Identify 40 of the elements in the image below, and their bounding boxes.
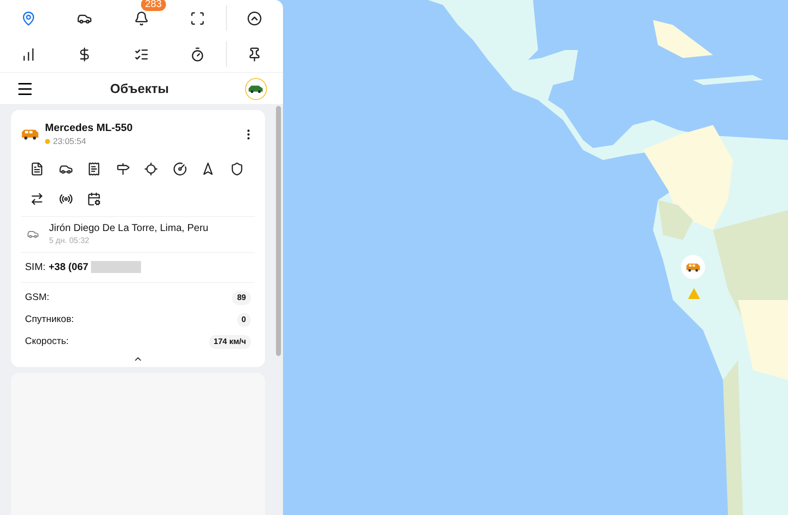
signpost-icon xyxy=(116,162,130,176)
map-pin-icon xyxy=(20,10,36,26)
broadcast-icon xyxy=(58,192,72,206)
sim-label: SIM: xyxy=(25,260,46,275)
blurred-number xyxy=(91,261,142,274)
calendar-gear-icon xyxy=(87,192,101,206)
navigation-arrow-icon xyxy=(201,162,215,176)
address-text: Jirón Diego De La Torre, Lima, Peru xyxy=(49,222,208,235)
address-age: 5 дн. 05:32 xyxy=(49,234,90,247)
pin-icon xyxy=(247,46,262,62)
arrows-icon xyxy=(30,192,44,206)
car-icon xyxy=(27,228,39,240)
document-icon xyxy=(30,162,44,176)
chevron-up-icon xyxy=(247,10,262,26)
toolbar-button[interactable]: 283 xyxy=(112,2,170,34)
warning-marker-icon xyxy=(688,288,700,299)
notification-badge: 283 xyxy=(141,0,166,11)
stat-value: 174 км/ч xyxy=(208,334,251,349)
bar-chart-icon xyxy=(20,46,36,62)
last-update-time: 23:05:54 xyxy=(53,135,86,148)
shield-icon xyxy=(230,162,244,176)
stat-label: GSM: xyxy=(25,290,50,305)
stat-label: Спутников: xyxy=(25,312,74,327)
receipt-icon xyxy=(87,162,101,176)
locate-icon xyxy=(144,162,158,176)
gauge-icon xyxy=(172,162,186,176)
stat-value: 0 xyxy=(236,312,251,327)
vehicle-avatar-button[interactable] xyxy=(245,78,267,100)
panel-title: Объекты xyxy=(109,80,170,98)
timer-icon xyxy=(190,46,205,62)
checklist-icon xyxy=(134,46,149,62)
van-icon xyxy=(684,262,702,272)
frame-icon xyxy=(190,10,205,26)
object-name: Mercedes ML-550 xyxy=(45,122,134,135)
van-icon xyxy=(21,129,40,140)
bell-icon xyxy=(134,10,149,26)
sim-number: +38 (067 xyxy=(48,260,88,275)
car-icon xyxy=(248,84,264,92)
stat-label: Скорость: xyxy=(25,334,69,349)
stat-value: 89 xyxy=(232,290,251,305)
